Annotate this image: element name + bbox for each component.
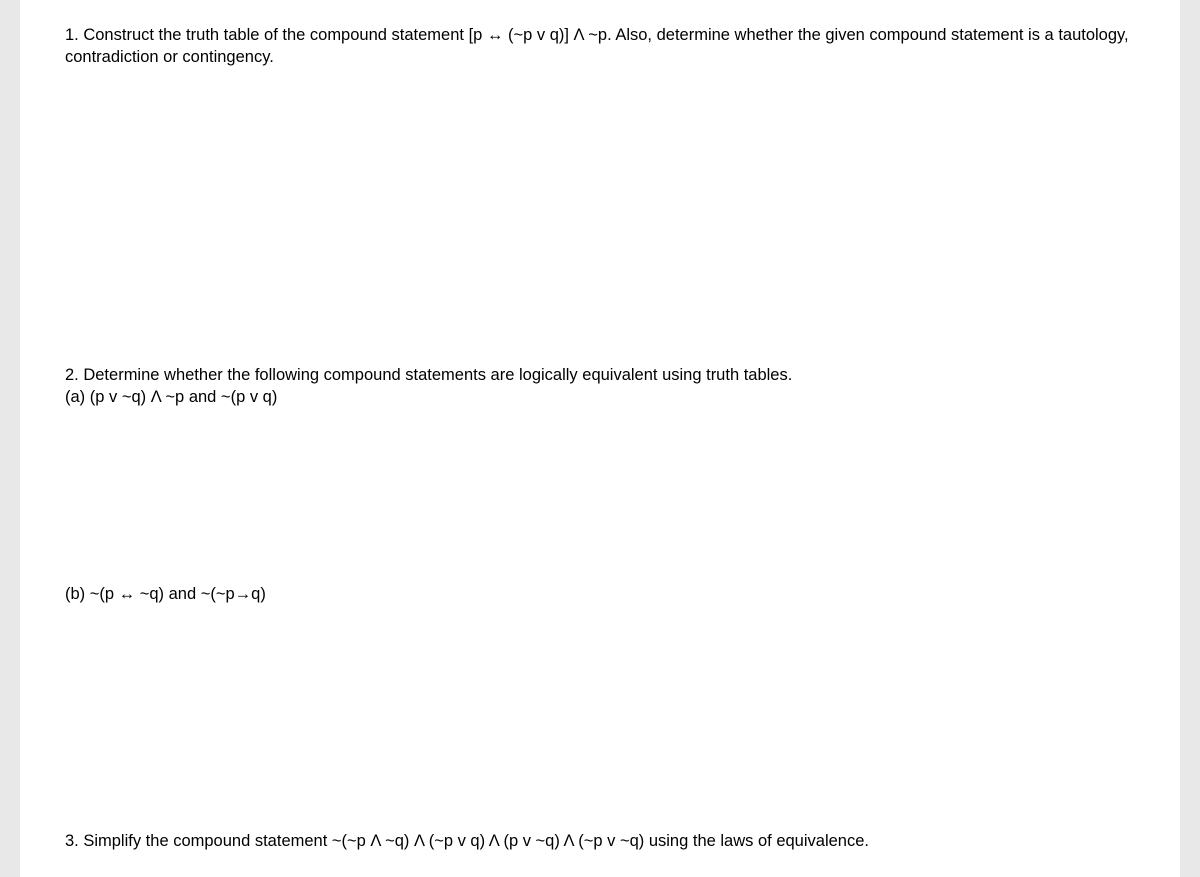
question-1-text: 1. Construct the truth table of the comp… <box>65 26 1129 66</box>
question-2-intro: 2. Determine whether the following compo… <box>65 364 1135 386</box>
question-2b-text: (b) ~(p ↔ ~q) and ~(~p→q) <box>65 585 266 603</box>
question-2: 2. Determine whether the following compo… <box>65 364 1135 409</box>
question-2a-text: (a) (p v ~q) Λ ~p and ~(p v q) <box>65 386 1135 408</box>
question-2b: (b) ~(p ↔ ~q) and ~(~p→q) <box>65 583 1135 605</box>
question-3-text: 3. Simplify the compound statement ~(~p … <box>65 832 869 850</box>
question-3: 3. Simplify the compound statement ~(~p … <box>65 830 1135 852</box>
question-1: 1. Construct the truth table of the comp… <box>65 24 1135 69</box>
document-page: 1. Construct the truth table of the comp… <box>20 0 1180 877</box>
